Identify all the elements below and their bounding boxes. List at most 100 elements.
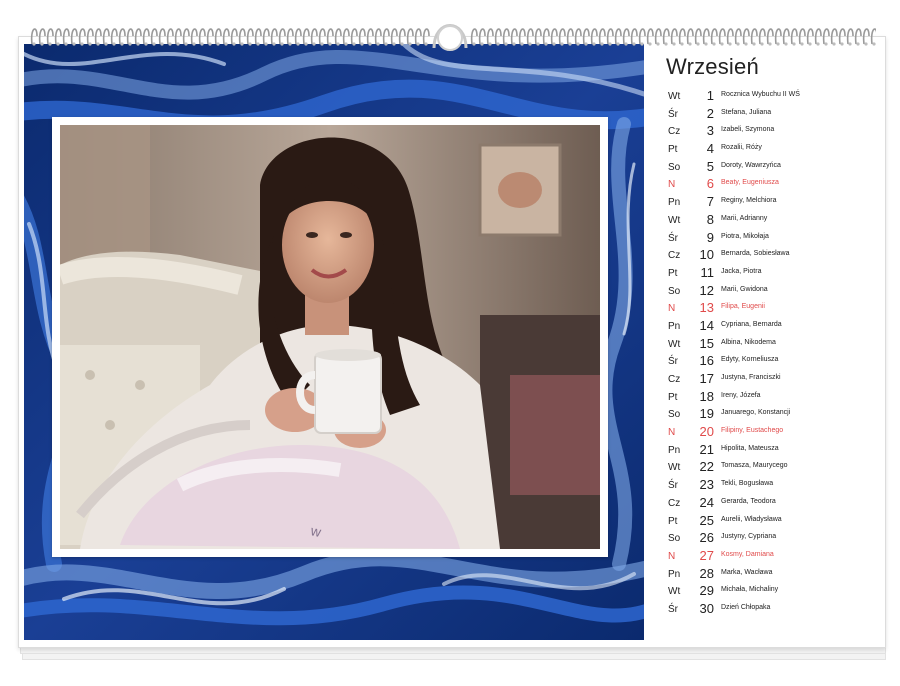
day-of-week: Pt — [668, 144, 678, 156]
name-day: Jacka, Piotra — [721, 267, 762, 275]
day-number: 6 — [706, 176, 714, 192]
day-number: 2 — [706, 105, 714, 121]
name-day: Stefana, Juliana — [721, 108, 772, 116]
woman-with-mug-photo: w — [60, 125, 600, 549]
day-row: Śr 30 Dzień Chłopaka — [660, 601, 882, 619]
name-day: Hipolita, Mateusza — [721, 444, 779, 452]
name-day: Tomasza, Maurycego — [721, 462, 788, 470]
day-of-week: Śr — [668, 232, 678, 244]
day-number: 13 — [699, 300, 714, 316]
day-row: Cz 17 Justyna, Franciszki — [660, 371, 882, 389]
name-day: Filipa, Eugenii — [721, 303, 765, 311]
day-number: 16 — [699, 353, 714, 369]
days-list: Wt 1 Rocznica Wybuchu II WŚ Śr 2 Stefana, Jul… — [660, 88, 882, 619]
day-number: 24 — [699, 494, 714, 510]
day-row: Pn 7 Reginy, Melchiora — [660, 194, 882, 212]
day-number: 8 — [706, 211, 714, 227]
day-of-week: Śr — [668, 356, 678, 368]
name-day: Tekli, Bogusława — [721, 480, 774, 488]
day-of-week: Wt — [668, 338, 681, 350]
day-of-week: So — [668, 409, 681, 421]
day-row: So 5 Doroty, Wawrzyńca — [660, 159, 882, 177]
day-of-week: Śr — [668, 603, 678, 615]
day-number: 21 — [699, 441, 714, 457]
name-day: Justyny, Cypriana — [721, 533, 777, 541]
name-day: Bernarda, Sobiesława — [721, 250, 790, 258]
day-row: Pn 21 Hipolita, Mateusza — [660, 442, 882, 460]
day-number: 27 — [699, 547, 714, 563]
day-number: 30 — [699, 600, 714, 616]
day-row: Pn 14 Cypriana, Bernarda — [660, 318, 882, 336]
day-of-week: Pn — [668, 320, 681, 332]
day-row: N 20 Filipiny, Eustachego — [660, 424, 882, 442]
day-of-week: Pt — [668, 391, 678, 403]
day-of-week: Wt — [668, 91, 681, 102]
day-number: 17 — [699, 371, 714, 386]
day-row: Pn 28 Marka, Wacława — [660, 566, 882, 584]
name-day: Marii, Adrianny — [721, 214, 768, 222]
day-number: 7 — [706, 194, 714, 210]
day-row: N 27 Kosmy, Damiana — [660, 548, 882, 566]
day-of-week: Pn — [668, 197, 681, 209]
day-of-week: Śr — [668, 480, 678, 492]
day-of-week: Cz — [668, 374, 681, 385]
day-of-week: Wt — [668, 462, 681, 474]
day-of-week: So — [668, 161, 681, 173]
day-number: 28 — [699, 565, 714, 581]
day-number: 9 — [706, 229, 714, 245]
day-number: 18 — [699, 388, 714, 404]
name-day: Albina, Nikodema — [721, 338, 776, 346]
day-of-week: Cz — [668, 126, 681, 138]
day-row: Pt 18 Ireny, Józefa — [660, 389, 882, 407]
name-day: Marii, Gwidona — [721, 285, 768, 293]
day-of-week: Wt — [668, 586, 681, 598]
name-day: Reginy, Melchiora — [721, 197, 777, 205]
day-number: 19 — [699, 406, 714, 422]
name-day: Rozalii, Róży — [721, 144, 762, 152]
name-day: Kosmy, Damiana — [721, 550, 774, 558]
day-of-week: Cz — [668, 497, 681, 509]
day-number: 10 — [699, 247, 714, 263]
day-number: 5 — [706, 158, 714, 174]
day-row: So 12 Marii, Gwidona — [660, 283, 882, 301]
day-row: Pt 11 Jacka, Piotra — [660, 265, 882, 283]
name-day: Filipiny, Eustachego — [721, 427, 784, 435]
day-row: Wt 29 Michała, Michaliny — [660, 583, 882, 601]
day-row: N 13 Filipa, Eugenii — [660, 300, 882, 318]
day-number: 15 — [699, 335, 714, 351]
day-of-week: N — [668, 550, 676, 562]
day-row: So 19 Januarego, Konstancji — [660, 406, 882, 424]
day-number: 23 — [699, 477, 714, 493]
day-of-week: N — [668, 179, 676, 191]
day-row: Śr 16 Edyty, Korneliusza — [660, 353, 882, 371]
day-row: Cz 10 Bernarda, Sobiesława — [660, 247, 882, 265]
day-row: Wt 15 Albina, Nikodema — [660, 336, 882, 354]
day-number: 12 — [699, 282, 714, 298]
day-row: N 6 Beaty, Eugeniusza — [660, 176, 882, 194]
name-day: Januarego, Konstancji — [721, 409, 791, 417]
name-day: Beaty, Eugeniusza — [721, 179, 779, 187]
day-of-week: Wt — [668, 214, 681, 226]
day-row: Śr 9 Piotra, Mikołaja — [660, 230, 882, 248]
day-row: Wt 8 Marii, Adrianny — [660, 212, 882, 230]
day-row: Cz 24 Gerarda, Teodora — [660, 495, 882, 513]
name-day: Gerarda, Teodora — [721, 497, 776, 505]
day-row: Wt 1 Rocznica Wybuchu II WŚ — [660, 88, 882, 106]
hanger-hook-icon — [432, 24, 468, 51]
name-day: Aurelii, Władysława — [721, 515, 782, 523]
day-number: 3 — [706, 123, 714, 139]
day-of-week: N — [668, 427, 676, 439]
day-row: So 26 Justyny, Cypriana — [660, 530, 882, 548]
day-row: Pt 25 Aurelii, Władysława — [660, 513, 882, 531]
day-row: Śr 23 Tekli, Bogusława — [660, 477, 882, 495]
name-day: Piotra, Mikołaja — [721, 232, 769, 240]
name-day: Dzień Chłopaka — [721, 603, 771, 611]
day-row: Cz 3 Izabeli, Szymona — [660, 123, 882, 141]
photo-frame: w — [52, 117, 608, 557]
name-day: Edyty, Korneliusza — [721, 356, 779, 364]
name-day: Izabeli, Szymona — [721, 126, 775, 134]
day-number: 4 — [706, 141, 714, 157]
day-of-week: Śr — [668, 108, 678, 120]
day-number: 20 — [699, 424, 714, 440]
day-number: 22 — [699, 459, 714, 475]
